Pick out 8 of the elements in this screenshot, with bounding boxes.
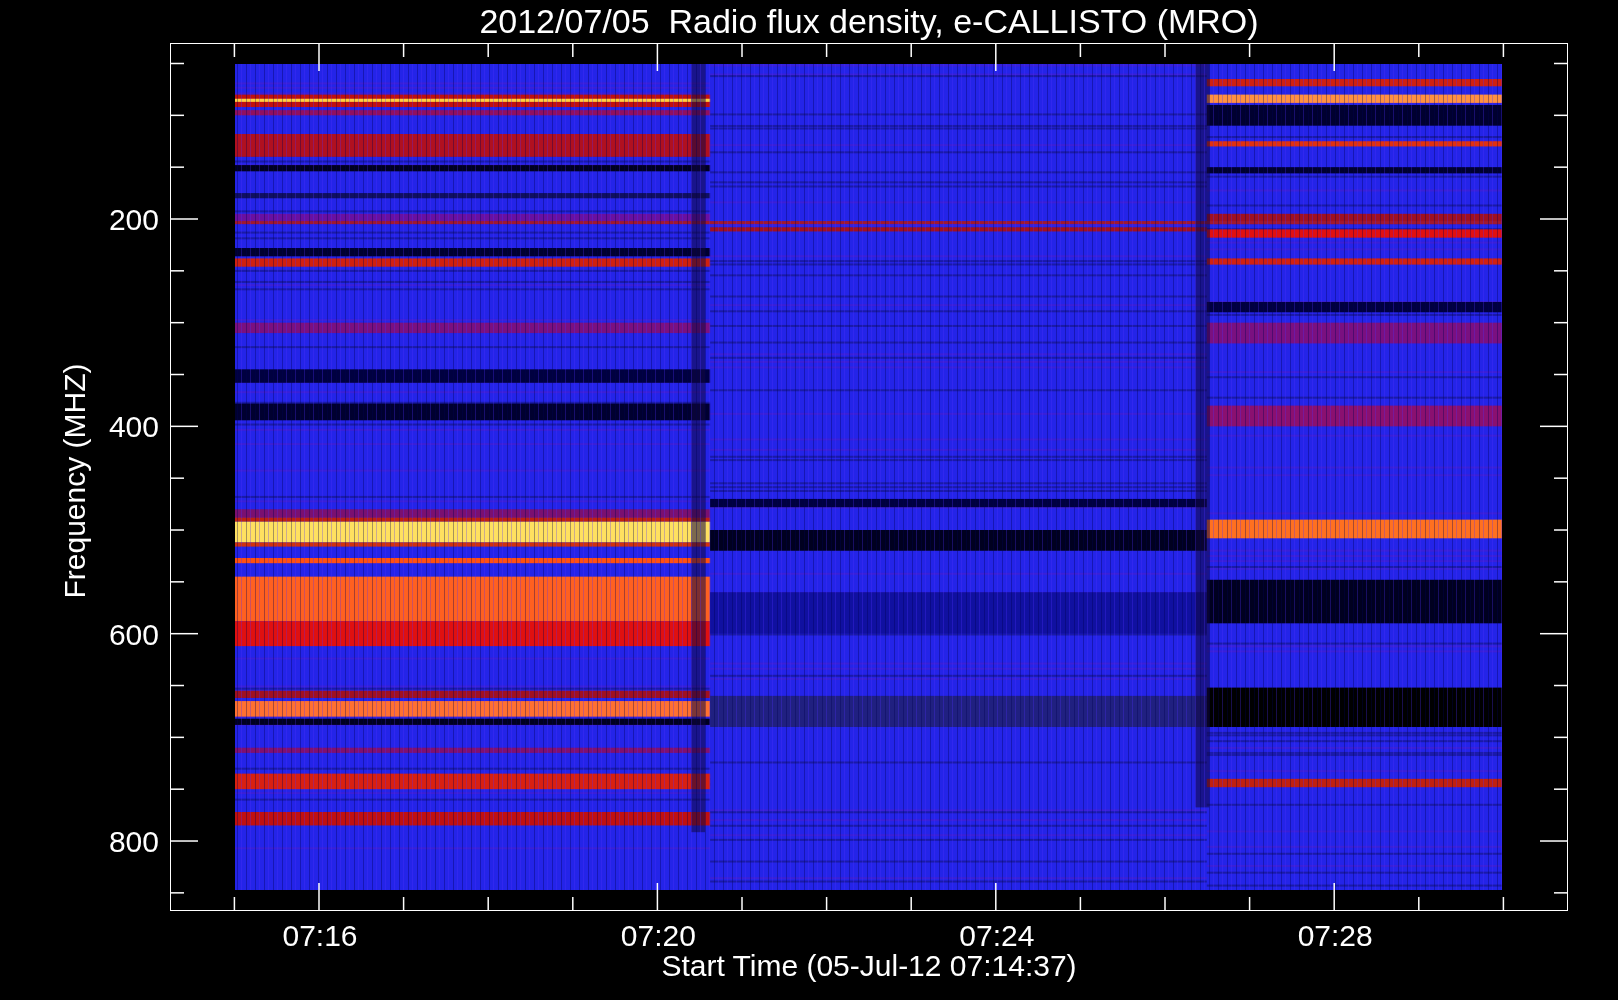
x-tick-label: 07:28 (1297, 919, 1373, 953)
x-tick-label: 07:16 (282, 919, 358, 953)
chart-title: 2012/07/05 Radio flux density, e-CALLISTO (MRO) (478, 1, 1260, 42)
y-tick-label: 600 (108, 617, 159, 652)
y-tick-label: 200 (108, 203, 159, 237)
y-tick-label: 400 (108, 410, 159, 445)
y-axis-title: Frequency (MHZ) (58, 363, 92, 599)
y-tick-label: 800 (108, 825, 159, 859)
